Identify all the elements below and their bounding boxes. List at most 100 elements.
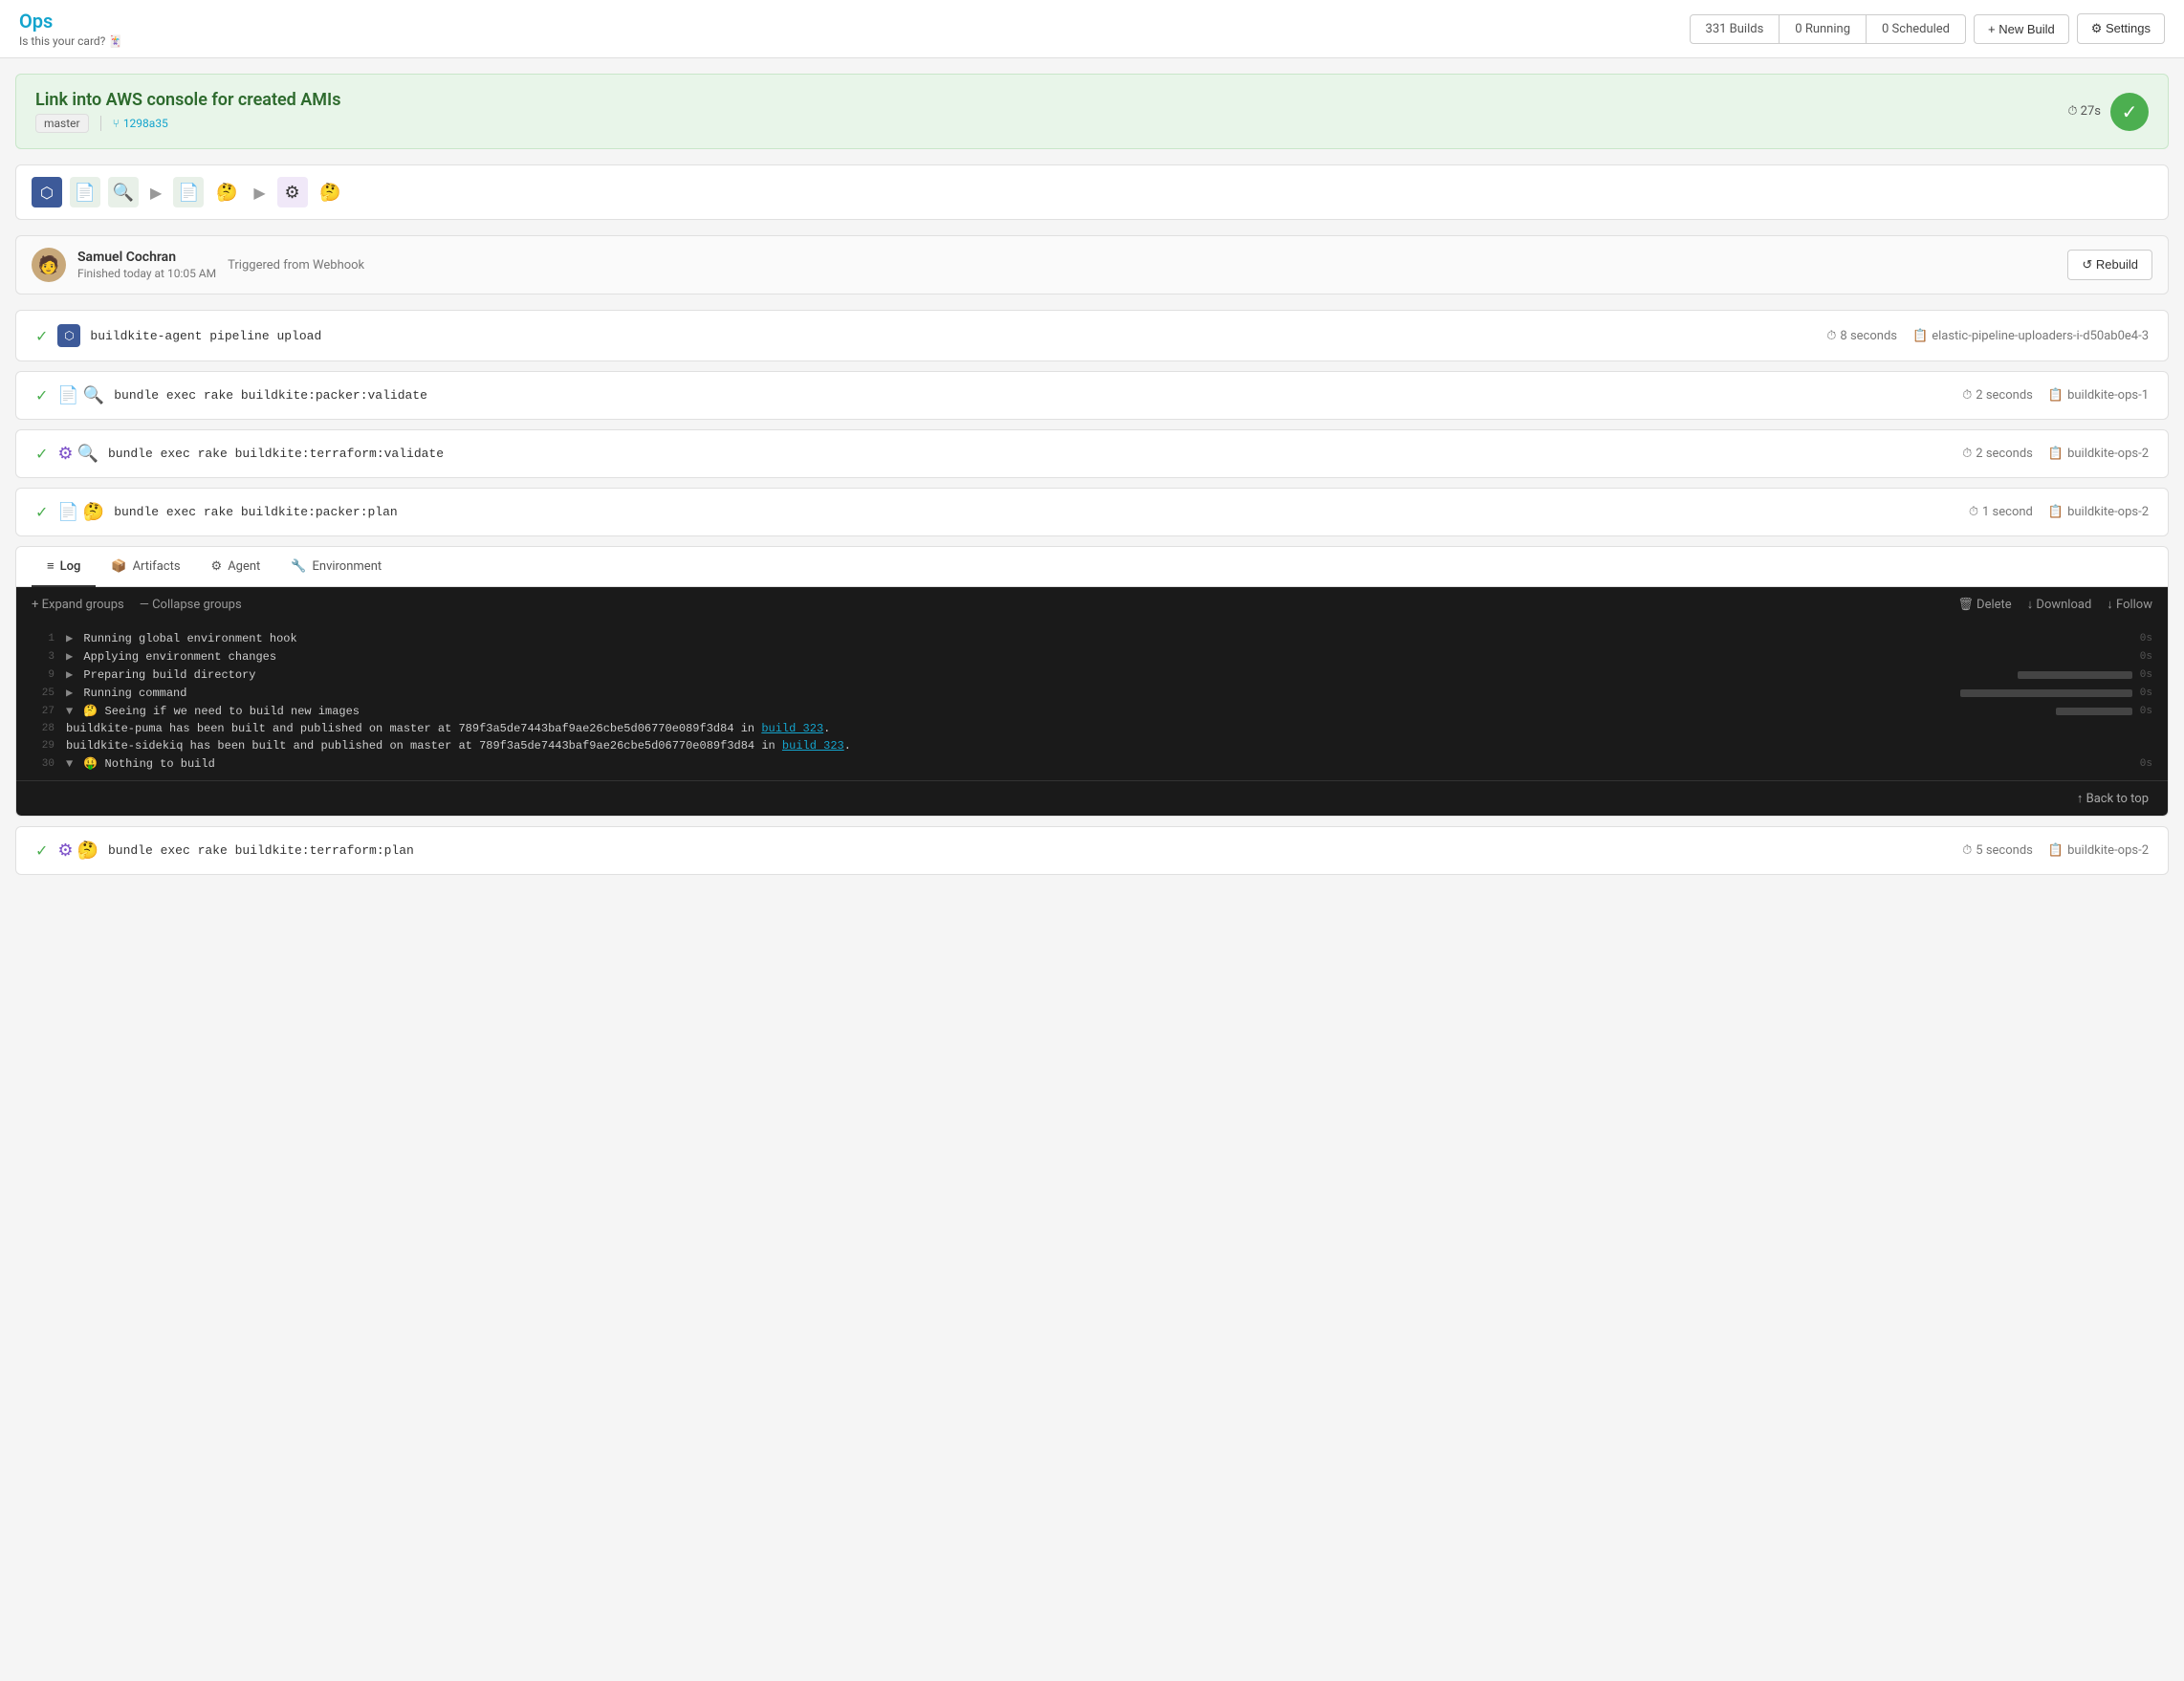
build-header-info: Link into AWS console for created AMIs m… bbox=[35, 90, 341, 133]
tab-environment[interactable]: 🔧 Environment bbox=[275, 547, 397, 587]
pipeline-step-thinking2[interactable]: 🤔 bbox=[316, 177, 346, 207]
tab-log[interactable]: ≡ Log bbox=[32, 547, 96, 587]
build-success-icon: ✓ bbox=[2110, 93, 2149, 131]
job-time-3: ⏱ 2 seconds bbox=[1962, 447, 2033, 461]
build-meta: master ⑂ 1298a35 bbox=[35, 114, 341, 133]
log-tab-label: Log bbox=[60, 559, 81, 574]
agent-tab-label: Agent bbox=[228, 559, 260, 574]
job-agent-4: 📋 buildkite-ops-2 bbox=[2048, 505, 2149, 519]
job-row-1: ✓ ⬡ buildkite-agent pipeline upload ⏱ 8 … bbox=[15, 310, 2169, 361]
arrow-9: ▶ bbox=[66, 668, 73, 682]
job-icons-1: ⬡ bbox=[57, 324, 80, 347]
job-icon-terraform-last: ⚙ bbox=[57, 840, 73, 861]
job-right-2: ⏱ 2 seconds 📋 buildkite-ops-1 bbox=[1962, 388, 2149, 403]
pipeline-step-buildkite[interactable]: ⬡ bbox=[32, 177, 62, 207]
expand-groups-button[interactable]: + Expand groups bbox=[32, 598, 124, 612]
build-finished: Finished today at 10:05 AM bbox=[77, 267, 216, 280]
job-agent-value-4: buildkite-ops-2 bbox=[2067, 505, 2149, 519]
log-line-1: 1 ▶ Running global environment hook 0s bbox=[16, 629, 2168, 647]
arrow-25: ▶ bbox=[66, 687, 73, 700]
settings-button[interactable]: ⚙ Settings bbox=[2077, 13, 2165, 44]
build-trigger: Triggered from Webhook bbox=[228, 258, 364, 273]
env-tab-icon: 🔧 bbox=[291, 559, 306, 574]
log-line-25: 25 ▶ Running command 0s bbox=[16, 684, 2168, 702]
pipeline-step-packer[interactable]: 📄 bbox=[70, 177, 100, 207]
new-build-button[interactable]: + New Build bbox=[1974, 14, 2069, 44]
log-line-num-25: 25 bbox=[32, 688, 55, 699]
job-icon-thinking: 🤔 bbox=[83, 502, 104, 522]
rebuild-button[interactable]: ↺ Rebuild bbox=[2067, 250, 2152, 280]
scheduled-count: 0 Scheduled bbox=[1867, 14, 1966, 44]
follow-button[interactable]: ↓ Follow bbox=[2107, 597, 2152, 612]
log-line-num-30: 30 bbox=[32, 758, 55, 770]
artifacts-tab-icon: 📦 bbox=[111, 559, 126, 574]
pipeline-step-search[interactable]: 🔍 bbox=[108, 177, 139, 207]
build-link-28[interactable]: build 323 bbox=[761, 722, 823, 735]
download-button[interactable]: ↓ Download bbox=[2027, 597, 2092, 612]
job-icons-4: 📄 🤔 bbox=[57, 502, 104, 522]
build-header: Link into AWS console for created AMIs m… bbox=[15, 74, 2169, 149]
clock-icon-1: ⏱ bbox=[1826, 329, 1836, 343]
delete-button[interactable]: 🗑 Delete bbox=[1957, 598, 2011, 612]
build-link-29[interactable]: build 323 bbox=[782, 739, 844, 753]
build-info-bar: 🧑 Samuel Cochran Finished today at 10:05… bbox=[15, 235, 2169, 295]
log-line-num-29: 29 bbox=[32, 740, 55, 752]
emoji-27: 🤔 bbox=[83, 705, 98, 718]
job-status-4: ✓ bbox=[35, 503, 48, 521]
job-command-4[interactable]: bundle exec rake buildkite:packer:plan bbox=[114, 505, 397, 519]
job-row-3: ✓ ⚙ 🔍 bundle exec rake buildkite:terrafo… bbox=[15, 429, 2169, 478]
job-icon-packer2: 📄 bbox=[57, 502, 78, 522]
clock-icon-4: ⏱ bbox=[1969, 505, 1978, 519]
pipeline-step-packer2[interactable]: 📄 bbox=[173, 177, 204, 207]
arrow-3: ▶ bbox=[66, 650, 73, 664]
pipeline-step-terraform[interactable]: ⚙ bbox=[277, 177, 308, 207]
tab-artifacts[interactable]: 📦 Artifacts bbox=[96, 547, 195, 587]
job-icons-last: ⚙ 🤔 bbox=[57, 840, 98, 861]
app-title[interactable]: Ops bbox=[19, 10, 122, 33]
job-icon-buildkite: ⬡ bbox=[57, 324, 80, 347]
agent-icon-3: 📋 bbox=[2048, 447, 2064, 461]
job-agent-1: 📋 elastic-pipeline-uploaders-i-d50ab0e4-… bbox=[1912, 329, 2149, 343]
log-line-content-3: ▶ Applying environment changes bbox=[66, 649, 2129, 664]
log-line-time-27: 0s bbox=[2140, 706, 2152, 717]
pipeline-step-thinking1[interactable]: 🤔 bbox=[211, 177, 242, 207]
job-command-last[interactable]: bundle exec rake buildkite:terraform:pla… bbox=[108, 843, 414, 858]
job-command-3[interactable]: bundle exec rake buildkite:terraform:val… bbox=[108, 447, 444, 461]
log-toolbar: + Expand groups — Collapse groups 🗑 Dele… bbox=[16, 587, 2168, 622]
clock-icon-last: ⏱ bbox=[1962, 843, 1972, 858]
job-command-2[interactable]: bundle exec rake buildkite:packer:valida… bbox=[114, 388, 427, 403]
log-section: ≡ Log 📦 Artifacts ⚙ Agent 🔧 Environment … bbox=[15, 546, 2169, 817]
log-line-time-3: 0s bbox=[2140, 651, 2152, 663]
running-count: 0 Running bbox=[1780, 14, 1867, 44]
app-subtitle: Is this your card? 🃏 bbox=[19, 34, 122, 48]
job-time-1: ⏱ 8 seconds bbox=[1826, 329, 1897, 343]
job-command-1[interactable]: buildkite-agent pipeline upload bbox=[90, 329, 321, 343]
log-line-num-1: 1 bbox=[32, 633, 55, 644]
job-icon-search: 🔍 bbox=[83, 385, 104, 405]
log-line-29: 29 buildkite-sidekiq has been built and … bbox=[16, 737, 2168, 754]
log-line-content-30: ▼ 🤑 Nothing to build bbox=[66, 756, 2129, 771]
job-agent-value-2: buildkite-ops-1 bbox=[2067, 388, 2149, 403]
job-agent-2: 📋 buildkite-ops-1 bbox=[2048, 388, 2149, 403]
tab-agent[interactable]: ⚙ Agent bbox=[196, 547, 276, 587]
top-bar-actions: 331 Builds 0 Running 0 Scheduled + New B… bbox=[1690, 13, 2165, 44]
log-line-content-9: ▶ Preparing build directory bbox=[66, 667, 2006, 682]
clock-icon-3: ⏱ bbox=[1962, 447, 1972, 461]
job-icons-2: 📄 🔍 bbox=[57, 385, 104, 405]
builds-count: 331 Builds bbox=[1690, 14, 1780, 44]
avatar: 🧑 bbox=[32, 248, 66, 282]
log-bar-9 bbox=[2018, 671, 2132, 679]
job-row-last: ✓ ⚙ 🤔 bundle exec rake buildkite:terrafo… bbox=[15, 826, 2169, 875]
job-row-2: ✓ 📄 🔍 bundle exec rake buildkite:packer:… bbox=[15, 371, 2169, 420]
build-header-right: ⏱ 27s ✓ bbox=[2067, 93, 2149, 131]
job-left-3: ✓ ⚙ 🔍 bundle exec rake buildkite:terrafo… bbox=[35, 444, 444, 464]
back-to-top-link[interactable]: ↑ Back to top bbox=[2077, 792, 2149, 806]
agent-icon-2: 📋 bbox=[2048, 388, 2064, 403]
job-right-1: ⏱ 8 seconds 📋 elastic-pipeline-uploaders… bbox=[1826, 329, 2149, 343]
job-agent-last: 📋 buildkite-ops-2 bbox=[2048, 843, 2149, 858]
job-agent-value-3: buildkite-ops-2 bbox=[2067, 447, 2149, 461]
build-commit: ⑂ 1298a35 bbox=[113, 117, 168, 130]
arrow-1: ▶ bbox=[66, 632, 73, 645]
log-tab-icon: ≡ bbox=[47, 558, 55, 574]
collapse-groups-button[interactable]: — Collapse groups bbox=[140, 598, 242, 612]
